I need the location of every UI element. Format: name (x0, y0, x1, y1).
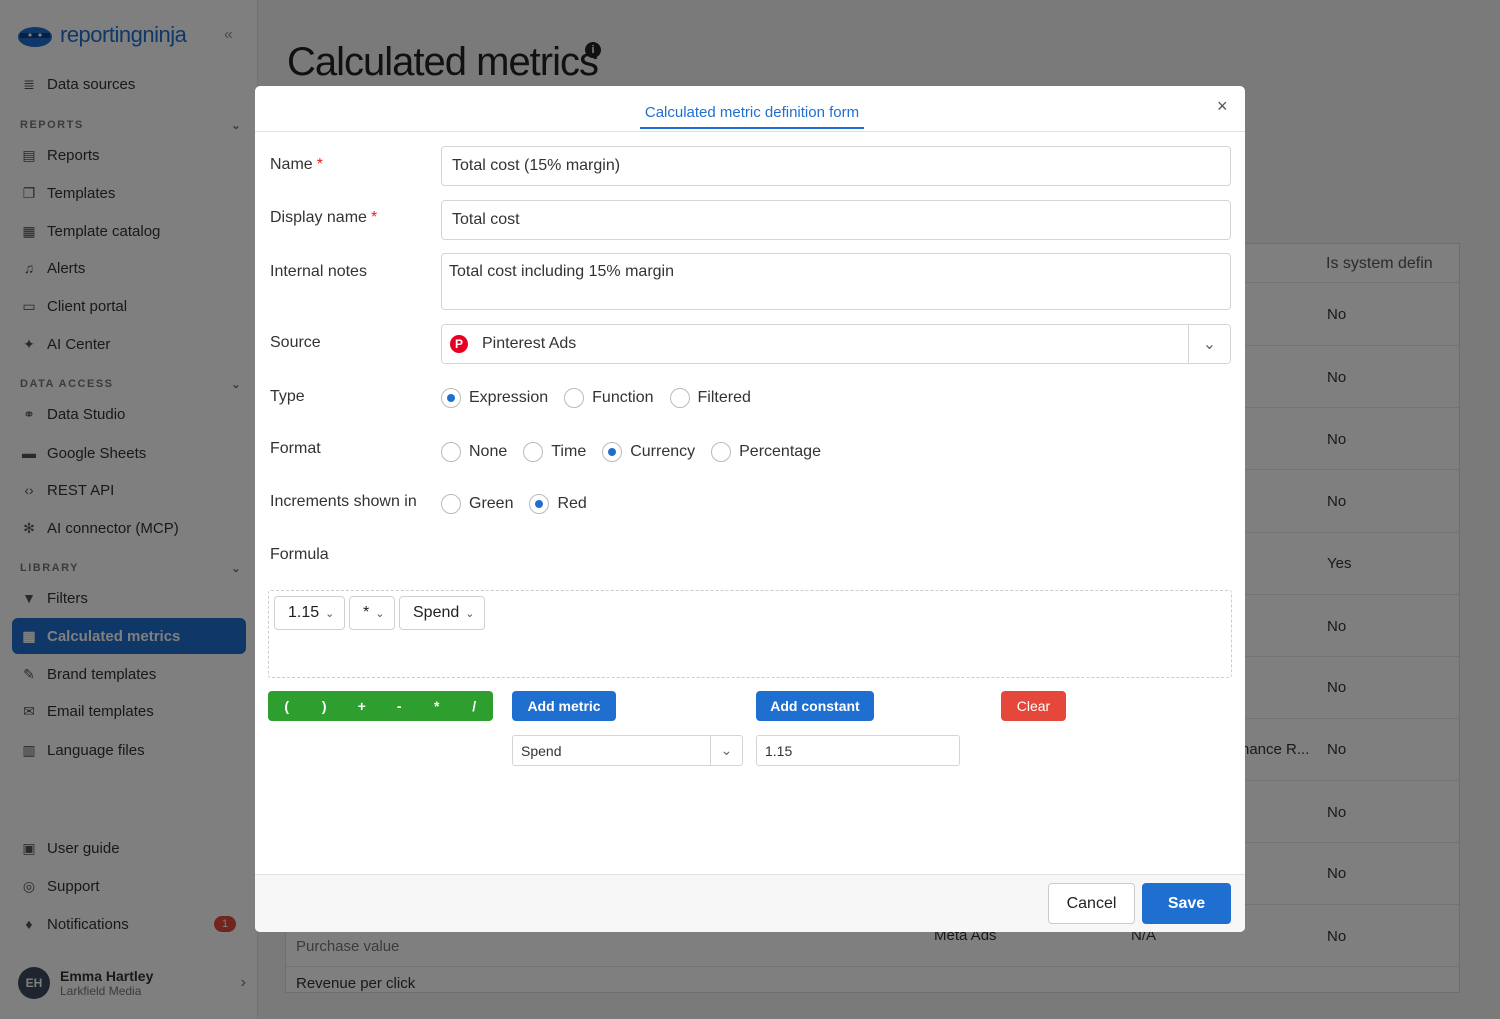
type-option-function[interactable]: Function (564, 388, 654, 408)
radio[interactable] (441, 442, 461, 462)
calculated-metric-modal: Calculated metric definition form × Name… (255, 86, 1245, 932)
radio[interactable] (711, 442, 732, 462)
chevron-down-icon: ⌄ (375, 607, 385, 620)
chevron-down-icon[interactable]: ⌄ (710, 736, 742, 765)
plus-button[interactable]: + (347, 698, 377, 714)
save-button[interactable]: Save (1142, 883, 1231, 924)
type-label: Type (270, 388, 305, 405)
tab-definition-form[interactable]: Calculated metric definition form (640, 104, 864, 129)
minus-button[interactable]: - (384, 698, 414, 714)
format-option-none[interactable]: None (441, 442, 507, 462)
radio-selected[interactable] (441, 388, 461, 408)
internal-notes-label: Internal notes (270, 263, 367, 280)
close-icon[interactable]: × (1217, 96, 1228, 117)
close-paren-button[interactable]: ) (309, 698, 339, 714)
format-option-time[interactable]: Time (523, 442, 586, 462)
clear-button[interactable]: Clear (1001, 691, 1066, 721)
increments-label: Increments shown in (270, 493, 417, 510)
radio-selected[interactable] (529, 494, 550, 514)
required-marker: * (316, 156, 323, 173)
internal-notes-textarea[interactable]: Total cost including 15% margin (441, 253, 1231, 310)
chevron-down-icon: ⌄ (325, 607, 335, 620)
format-option-percentage[interactable]: Percentage (711, 442, 821, 462)
source-select[interactable]: P Pinterest Ads ⌄ (441, 324, 1231, 364)
increments-option-green[interactable]: Green (441, 494, 513, 514)
constant-input[interactable]: 1.15 (756, 735, 960, 766)
formula-token-constant[interactable]: 1.15 ⌄ (274, 596, 346, 630)
name-label: Name * (270, 156, 323, 173)
radio[interactable] (523, 442, 544, 462)
increments-radio-group: Green Red (441, 494, 603, 514)
formula-token-operator[interactable]: * ⌄ (349, 596, 396, 630)
metric-select[interactable]: Spend ⌄ (512, 735, 743, 766)
type-option-expression[interactable]: Expression (441, 388, 548, 408)
type-radio-group: Expression Function Filtered (441, 388, 767, 408)
chevron-down-icon[interactable]: ⌄ (1188, 325, 1230, 363)
source-label: Source (270, 334, 321, 351)
radio-selected[interactable] (602, 442, 623, 462)
formula-label: Formula (270, 546, 329, 563)
radio[interactable] (564, 388, 585, 408)
cancel-button[interactable]: Cancel (1048, 883, 1135, 924)
radio[interactable] (441, 494, 461, 514)
display-name-input[interactable]: Total cost (441, 200, 1231, 240)
display-name-label: Display name * (270, 209, 378, 226)
pinterest-icon: P (450, 335, 468, 353)
format-option-currency[interactable]: Currency (602, 442, 695, 462)
name-input[interactable]: Total cost (15% margin) (441, 146, 1231, 186)
required-marker: * (370, 209, 378, 226)
chevron-down-icon: ⌄ (465, 607, 475, 620)
type-option-filtered[interactable]: Filtered (669, 388, 751, 408)
multiply-button[interactable]: * (422, 698, 452, 714)
format-radio-group: None Time Currency Percentage (441, 442, 837, 462)
formula-token-metric[interactable]: Spend ⌄ (399, 596, 486, 630)
formula-builder[interactable]: 1.15 ⌄ * ⌄ Spend ⌄ (268, 590, 1232, 678)
open-paren-button[interactable]: ( (272, 698, 302, 714)
increments-option-red[interactable]: Red (529, 494, 587, 514)
add-metric-button[interactable]: Add metric (512, 691, 616, 721)
operator-buttons: ( ) + - * / (268, 691, 493, 721)
divider (255, 131, 1245, 132)
format-label: Format (270, 440, 321, 457)
add-constant-button[interactable]: Add constant (756, 691, 874, 721)
source-value: Pinterest Ads (482, 335, 577, 352)
radio[interactable] (669, 388, 690, 408)
divide-button[interactable]: / (459, 698, 489, 714)
